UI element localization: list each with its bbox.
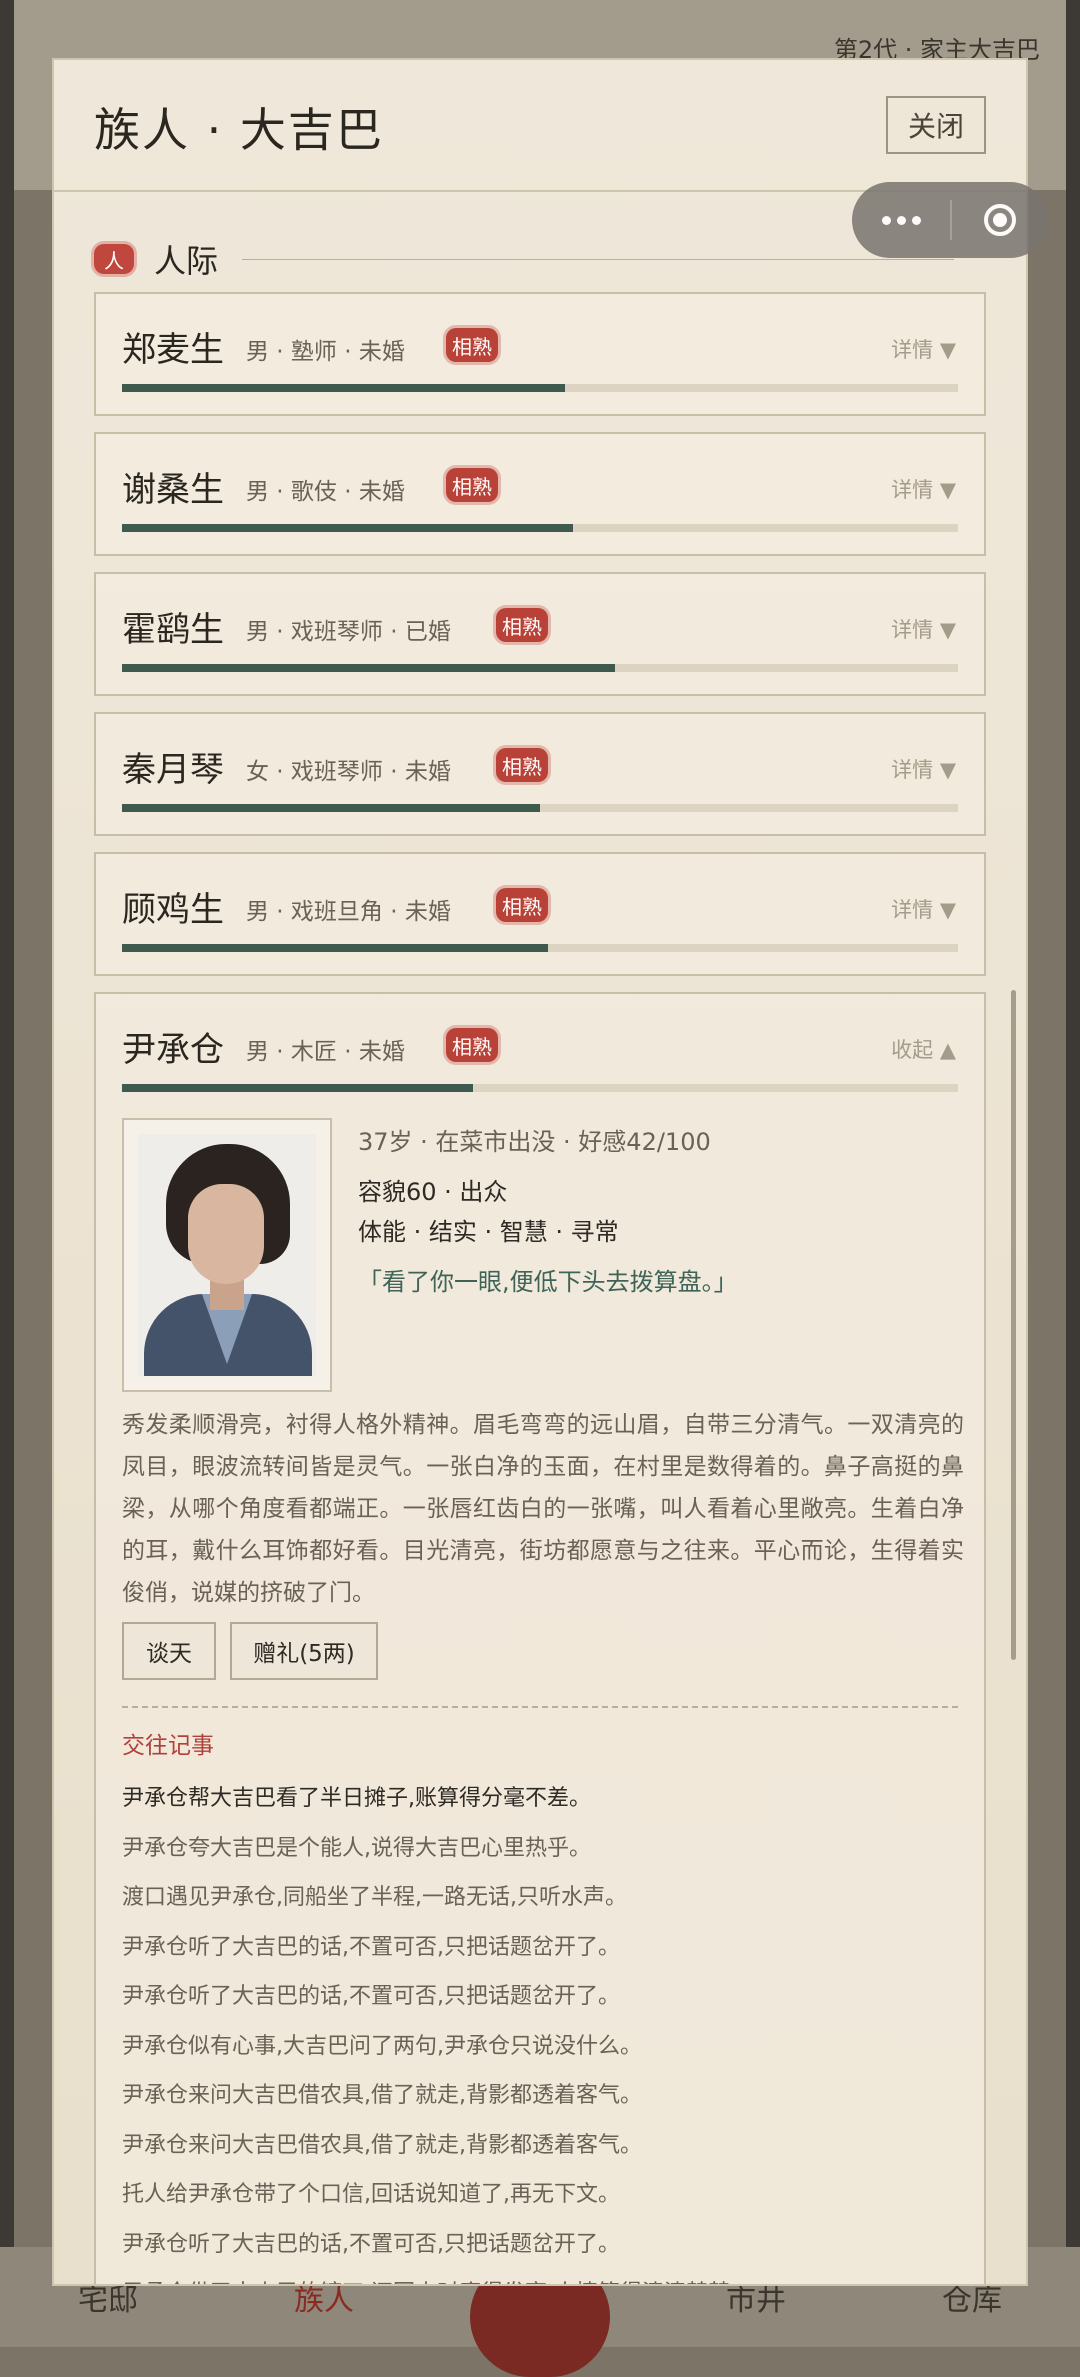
relation-tag: 相熟	[496, 888, 548, 922]
affection-fill	[122, 944, 549, 952]
modal-scrollbar[interactable]	[1011, 990, 1016, 1660]
relation-tag: 相熟	[496, 608, 548, 642]
person-name: 霍鹞生	[122, 610, 224, 650]
person-meta: 女 · 戏班琴师 · 未婚	[246, 759, 451, 785]
log-entry: 尹承仓来问大吉巴借农具,借了就走,背影都透着客气。	[122, 2083, 642, 2108]
relation-tag: 相熟	[446, 328, 498, 362]
person-name: 尹承仓	[122, 1030, 224, 1070]
appearance-description: 秀发柔顺滑亮，衬得人格外精神。眉毛弯弯的远山眉，自带三分清气。一双清亮的凤目，眼…	[122, 1412, 964, 1606]
background-edge-right	[1066, 0, 1080, 2347]
section-title: 人际	[154, 242, 219, 280]
chat-button[interactable]: 谈天	[122, 1622, 216, 1680]
relation-tag: 相熟	[446, 1028, 498, 1062]
log-entry: 尹承仓夸大吉巴是个能人,说得大吉巴心里热乎。	[122, 1835, 591, 1861]
affection-bar	[122, 944, 958, 952]
detail-toggle[interactable]: 详情 ▼	[891, 754, 956, 784]
gift-button[interactable]: 赠礼(5两)	[230, 1622, 378, 1680]
section-divider	[242, 258, 954, 260]
clan-member-modal: 族人 · 大吉巴 关闭 人 人际 郑麦生 男 · 塾师 · 未婚 相熟 详情 ▼…	[52, 58, 1028, 2286]
relation-tag: 相熟	[446, 468, 498, 502]
person-meta: 男 · 戏班琴师 · 已婚	[246, 619, 451, 645]
interaction-log-list: 尹承仓帮大吉巴看了半日摊子,账算得分毫不差。 尹承仓夸大吉巴是个能人,说得大吉巴…	[122, 1774, 982, 2284]
person-summary: 37岁 · 在菜市出没 · 好感42/100	[358, 1128, 711, 1156]
log-entry: 尹承仓听了大吉巴的话,不置可否,只把话题岔开了。	[122, 1934, 620, 1960]
modal-header: 族人 · 大吉巴 关闭	[54, 60, 1026, 192]
detail-toggle[interactable]: 详情 ▼	[891, 334, 956, 364]
divider	[122, 1706, 958, 1708]
affection-fill	[122, 1084, 474, 1092]
portrait-image	[138, 1134, 316, 1376]
miniprogram-capsule	[852, 182, 1048, 258]
close-button[interactable]: 关闭	[886, 96, 986, 154]
more-icon[interactable]	[852, 215, 950, 225]
relations-section-heading: 人 人际	[94, 236, 954, 282]
affection-fill	[122, 524, 574, 532]
person-card-expanded: 尹承仓 男 · 木匠 · 未婚 相熟 收起 ▲ 37岁 · 在菜市出没 · 好感…	[94, 992, 986, 2284]
person-card[interactable]: 顾鸡生 男 · 戏班旦角 · 未婚 相熟 详情 ▼	[94, 852, 986, 976]
affection-bar	[122, 524, 958, 532]
background-edge-left	[0, 0, 14, 2347]
log-entry: 尹承仓似有心事,大吉巴问了两句,尹承仓只说没什么。	[122, 2033, 642, 2059]
affection-bar	[122, 1084, 958, 1092]
log-entry: 尹承仓借了大吉巴的镰刀,还回来时磨得发亮,人情算得清清楚楚。	[122, 2269, 982, 2284]
log-entry: 尹承仓来问大吉巴借农具,借了就走,背影都透着客气。	[122, 2132, 642, 2158]
person-name: 谢桑生	[122, 470, 224, 510]
log-entry: 渡口遇见尹承仓,同船坐了半程,一路无话,只听水声。	[122, 1885, 627, 1910]
appearance-stat: 容貌60 · 出众	[358, 1178, 508, 1206]
person-name: 顾鸡生	[122, 890, 224, 930]
log-entry: 托人给尹承仓带了个口信,回话说知道了,再无下文。	[122, 2182, 620, 2207]
affection-bar	[122, 384, 958, 392]
person-meta: 男 · 歌伎 · 未婚	[246, 479, 405, 505]
person-meta: 男 · 塾师 · 未婚	[246, 339, 405, 365]
detail-toggle[interactable]: 详情 ▼	[891, 614, 956, 644]
log-entry: 尹承仓帮大吉巴看了半日摊子,账算得分毫不差。	[122, 1786, 591, 1811]
affection-bar	[122, 804, 958, 812]
person-icon: 人	[94, 244, 134, 274]
person-meta: 男 · 木匠 · 未婚	[246, 1039, 405, 1065]
log-entry: 尹承仓听了大吉巴的话,不置可否,只把话题岔开了。	[122, 1984, 620, 2009]
detail-toggle[interactable]: 详情 ▼	[891, 894, 956, 924]
interaction-log-title: 交往记事	[122, 1733, 214, 1759]
affection-fill	[122, 804, 540, 812]
person-card[interactable]: 秦月琴 女 · 戏班琴师 · 未婚 相熟 详情 ▼	[94, 712, 986, 836]
person-meta: 男 · 戏班旦角 · 未婚	[246, 899, 451, 925]
person-card[interactable]: 郑麦生 男 · 塾师 · 未婚 相熟 详情 ▼	[94, 292, 986, 416]
affection-fill	[122, 384, 566, 392]
relation-tag: 相熟	[496, 748, 548, 782]
person-card[interactable]: 霍鹞生 男 · 戏班琴师 · 已婚 相熟 详情 ▼	[94, 572, 986, 696]
affection-fill	[122, 664, 616, 672]
modal-title: 族人 · 大吉巴	[94, 103, 384, 157]
person-card[interactable]: 谢桑生 男 · 歌伎 · 未婚 相熟 详情 ▼	[94, 432, 986, 556]
log-entry: 尹承仓听了大吉巴的话,不置可否,只把话题岔开了。	[122, 2231, 620, 2257]
detail-toggle[interactable]: 详情 ▼	[891, 474, 956, 504]
affection-bar	[122, 664, 958, 672]
close-target-icon[interactable]	[952, 204, 1048, 236]
person-quote: 「看了你一眼,便低下头去拨算盘。」	[358, 1268, 738, 1296]
collapse-toggle[interactable]: 收起 ▲	[891, 1034, 956, 1064]
attributes-stat: 体能 · 结实 · 智慧 · 寻常	[358, 1218, 619, 1246]
person-name: 秦月琴	[122, 750, 224, 790]
portrait-frame	[122, 1118, 332, 1392]
person-name: 郑麦生	[122, 330, 224, 370]
